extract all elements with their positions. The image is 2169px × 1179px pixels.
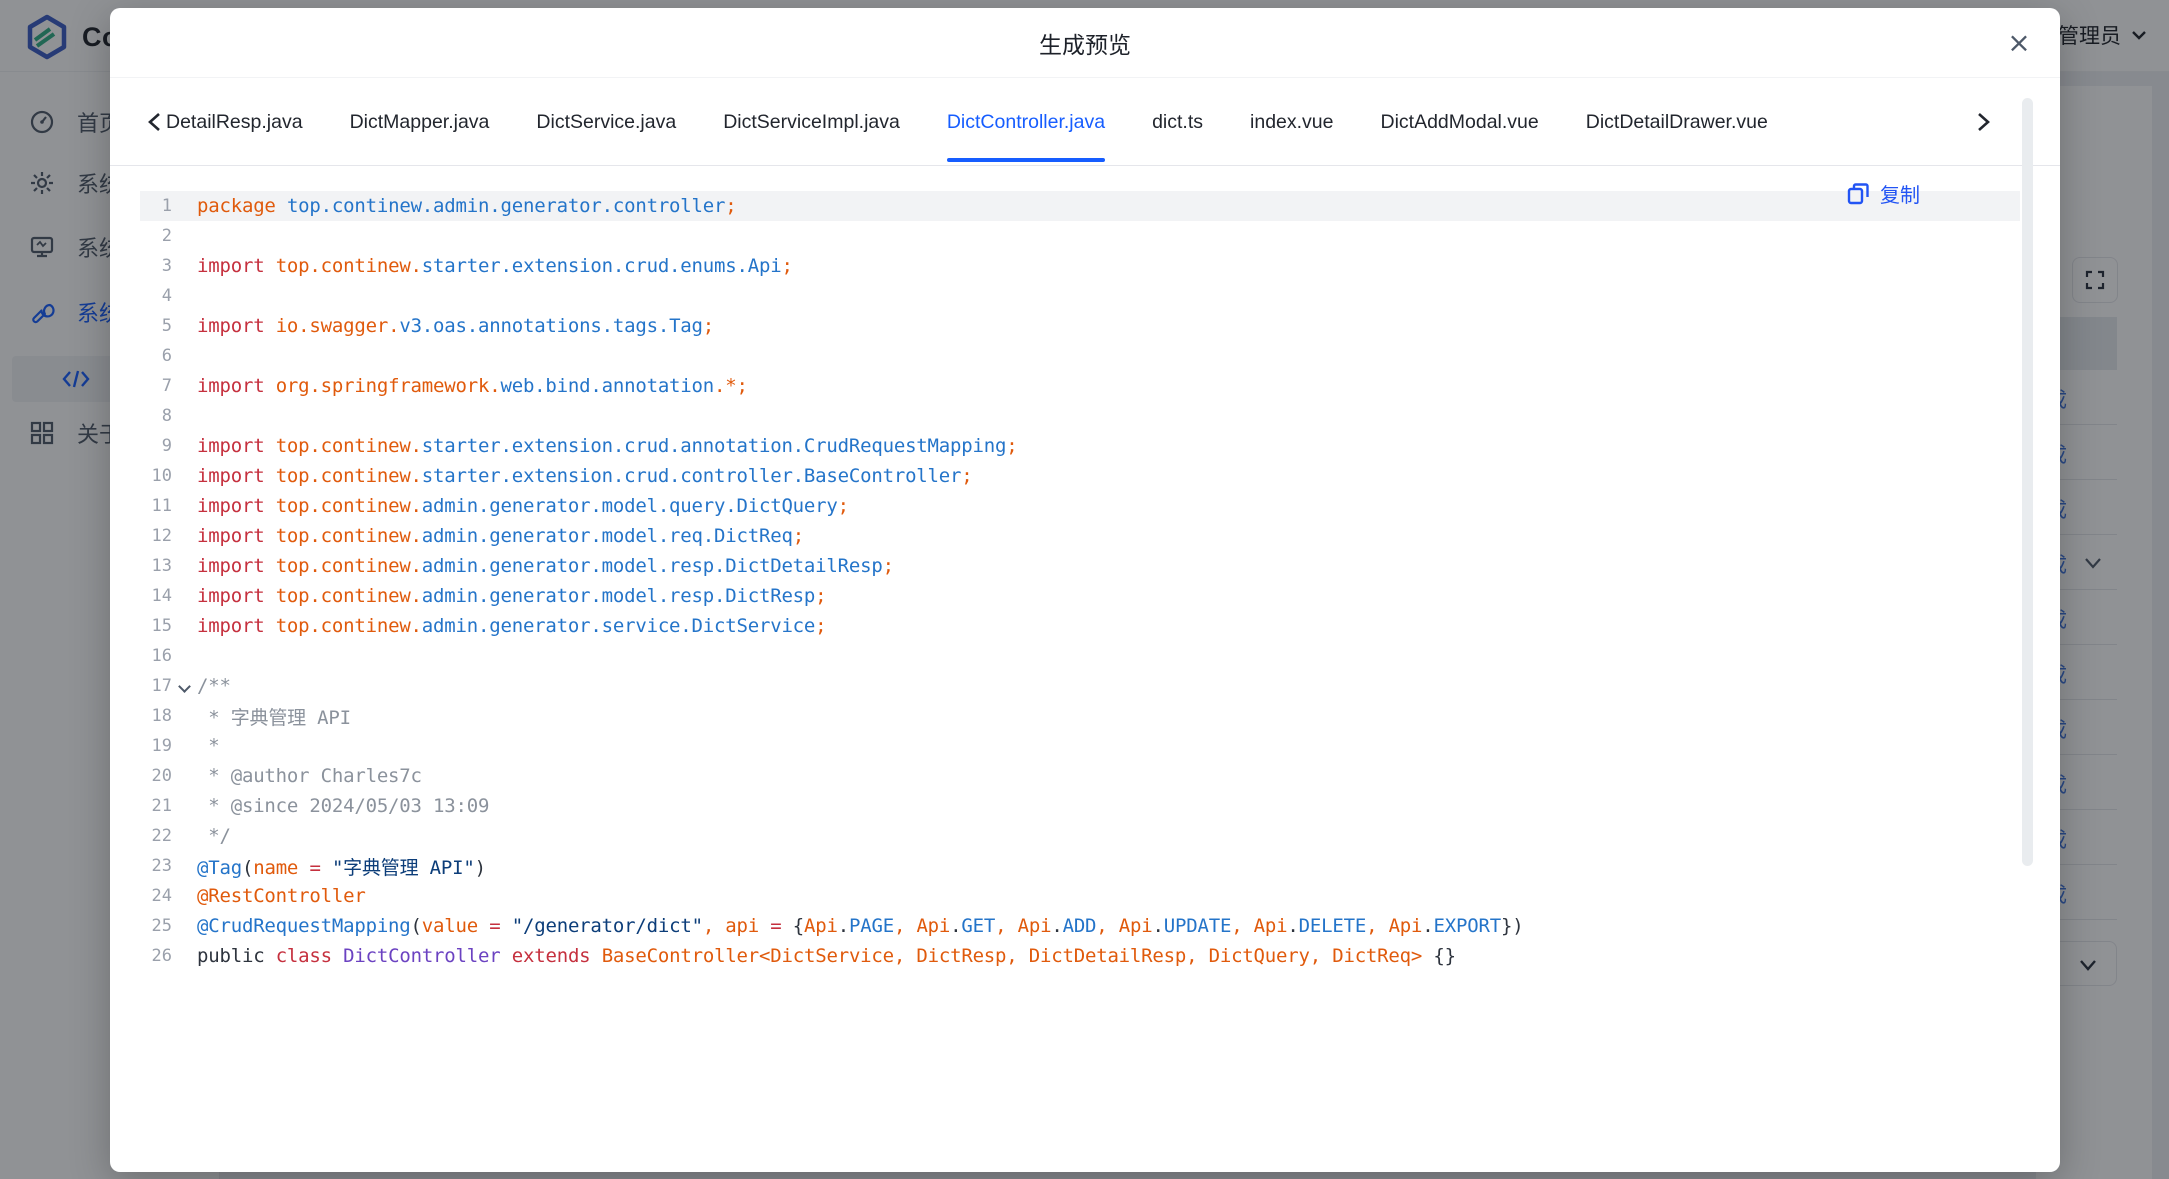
line-number: 4 (140, 286, 172, 306)
modal-header: 生成预览 × (110, 8, 2060, 78)
code-text: import top.continew.admin.generator.mode… (197, 585, 826, 607)
copy-label: 复制 (1880, 179, 1920, 208)
code-line: 8 (140, 401, 2020, 431)
code-line: 7 import org.springframework.web.bind.ann… (140, 371, 2020, 401)
line-number: 15 (140, 616, 172, 636)
line-number: 18 (140, 706, 172, 726)
line-number: 14 (140, 586, 172, 606)
code-line: 1 package top.continew.admin.generator.co… (140, 191, 2020, 221)
code-text: /** (197, 675, 231, 697)
code-lines: 1 package top.continew.admin.generator.co… (140, 191, 2020, 971)
code-text: import top.continew.starter.extension.cr… (197, 255, 793, 277)
code-line: 22 */ (140, 821, 2020, 851)
code-line: 14 import top.continew.admin.generator.mo… (140, 581, 2020, 611)
line-number: 19 (140, 736, 172, 756)
screen: Co 管理员 首页 系统管理 系统监控 (0, 0, 2169, 1179)
line-number: 26 (140, 946, 172, 966)
code-text: @Tag(name = "字典管理 API") (197, 853, 486, 880)
code-line: 3 import top.continew.starter.extension.c… (140, 251, 2020, 281)
code-text: import top.continew.admin.generator.serv… (197, 615, 826, 637)
preview-modal: 生成预览 × DetailResp.java DictMapper.java Dic… (110, 8, 2060, 1172)
code-text: @CrudRequestMapping(value = "/generator/… (197, 915, 1523, 937)
line-number: 8 (140, 406, 172, 426)
code-line: 12 import top.continew.admin.generator.mo… (140, 521, 2020, 551)
line-number: 9 (140, 436, 172, 456)
chevron-left-icon[interactable] (144, 110, 166, 134)
code-text: @RestController (197, 885, 366, 907)
line-number: 16 (140, 646, 172, 666)
code-text: package top.continew.admin.generator.con… (197, 195, 737, 217)
code-text: import io.swagger.v3.oas.annotations.tag… (197, 315, 714, 337)
copy-button[interactable]: 复制 (1845, 179, 1920, 208)
code-text: import top.continew.admin.generator.mode… (197, 555, 894, 577)
code-line: 26 public class DictController extends Ba… (140, 941, 2020, 971)
line-number: 3 (140, 256, 172, 276)
code-text: import top.continew.starter.extension.cr… (197, 435, 1017, 457)
code-text: import top.continew.admin.generator.mode… (197, 525, 804, 547)
code-text: * 字典管理 API (197, 703, 351, 730)
code-text: * (197, 735, 219, 757)
line-number: 20 (140, 766, 172, 786)
code-text: public class DictController extends Base… (197, 945, 1456, 967)
code-text: * @since 2024/05/03 13:09 (197, 795, 489, 817)
line-number: 5 (140, 316, 172, 336)
scrollbar-thumb[interactable] (2022, 98, 2033, 866)
chevron-right-icon[interactable] (1972, 110, 1994, 134)
code-text: import org.springframework.web.bind.anno… (197, 375, 748, 397)
code-line: 4 (140, 281, 2020, 311)
tab-DictService.java[interactable]: DictService.java (536, 78, 676, 166)
code-line: 13 import top.continew.admin.generator.mo… (140, 551, 2020, 581)
code-line: 11 import top.continew.admin.generator.mo… (140, 491, 2020, 521)
line-number: 23 (140, 856, 172, 876)
code-text: */ (197, 825, 231, 847)
line-number: 21 (140, 796, 172, 816)
tab-index.vue[interactable]: index.vue (1250, 78, 1333, 166)
tab-DictServiceImpl.java[interactable]: DictServiceImpl.java (723, 78, 900, 166)
code-line: 24 @RestController (140, 881, 2020, 911)
tab-DictDetailDrawer.vue[interactable]: DictDetailDrawer.vue (1586, 78, 1768, 166)
line-number: 11 (140, 496, 172, 516)
code-line: 6 (140, 341, 2020, 371)
tab-DictMapper.java[interactable]: DictMapper.java (350, 78, 490, 166)
code-line: 16 (140, 641, 2020, 671)
line-number: 2 (140, 226, 172, 246)
close-button[interactable]: × (2002, 26, 2036, 60)
copy-icon (1845, 181, 1871, 207)
code-line: 21 * @since 2024/05/03 13:09 (140, 791, 2020, 821)
file-tabs: DetailResp.java DictMapper.java DictServic… (166, 78, 1986, 166)
code-line: 9 import top.continew.starter.extension.c… (140, 431, 2020, 461)
tab-DictAddModal.vue[interactable]: DictAddModal.vue (1381, 78, 1539, 166)
code-panel: 复制 1 package top.continew.admin.generator… (110, 166, 2060, 1171)
code-text: import top.continew.admin.generator.mode… (197, 495, 849, 517)
code-line: 18 * 字典管理 API (140, 701, 2020, 731)
code-line: 2 (140, 221, 2020, 251)
code-text: * @author Charles7c (197, 765, 422, 787)
line-number: 25 (140, 916, 172, 936)
tab-DetailResp.java[interactable]: DetailResp.java (166, 78, 303, 166)
modal-title: 生成预览 (1039, 26, 1131, 60)
fold-arrow-icon[interactable] (178, 680, 191, 693)
code-text: import top.continew.starter.extension.cr… (197, 465, 973, 487)
tab-DictController.java[interactable]: DictController.java (947, 78, 1105, 166)
line-number: 17 (140, 676, 172, 696)
code-line: 10 import top.continew.starter.extension.… (140, 461, 2020, 491)
line-number: 12 (140, 526, 172, 546)
code-line: 17 /** (140, 671, 2020, 701)
code-line: 23 @Tag(name = "字典管理 API") (140, 851, 2020, 881)
code-line: 20 * @author Charles7c (140, 761, 2020, 791)
line-number: 1 (140, 196, 172, 216)
line-number: 13 (140, 556, 172, 576)
code-line: 25 @CrudRequestMapping(value = "/generato… (140, 911, 2020, 941)
tab-dict.ts[interactable]: dict.ts (1152, 78, 1203, 166)
file-tabbar: DetailResp.java DictMapper.java DictServic… (110, 78, 2060, 166)
line-number: 6 (140, 346, 172, 366)
code-line: 15 import top.continew.admin.generator.se… (140, 611, 2020, 641)
line-number: 24 (140, 886, 172, 906)
line-number: 7 (140, 376, 172, 396)
line-number: 22 (140, 826, 172, 846)
line-number: 10 (140, 466, 172, 486)
code-line: 5 import io.swagger.v3.oas.annotations.ta… (140, 311, 2020, 341)
code-line: 19 * (140, 731, 2020, 761)
